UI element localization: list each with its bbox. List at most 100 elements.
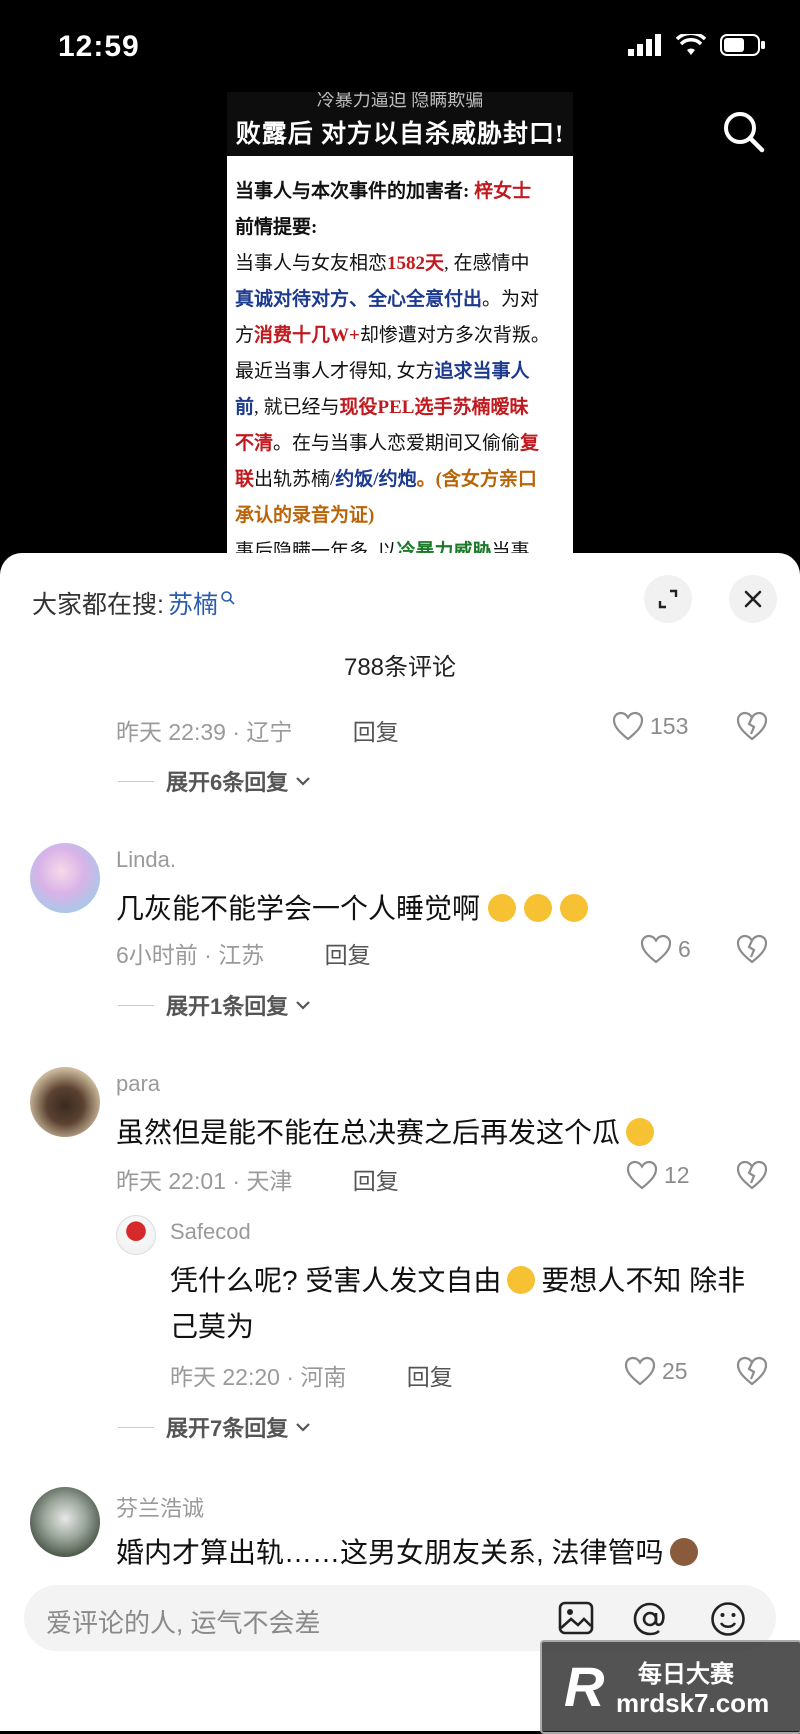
video-text-segment: , 在感情中 bbox=[444, 253, 530, 274]
video-text-line: 当事人与女友相恋1582天, 在感情中 bbox=[235, 246, 565, 282]
like-count: 12 bbox=[664, 1161, 690, 1188]
dizzy-emoji-icon bbox=[626, 1118, 655, 1146]
expand-replies-button[interactable]: 展开1条回复 bbox=[118, 989, 312, 1021]
video-text-segment: 梓女士 bbox=[474, 181, 532, 202]
chevron-down-icon bbox=[296, 777, 311, 786]
dislike-icon[interactable] bbox=[736, 934, 768, 964]
video-text-segment: 却惨遭对方多次背叛。 bbox=[359, 325, 550, 346]
emoji-icon[interactable] bbox=[710, 1601, 746, 1637]
avatar[interactable] bbox=[30, 843, 100, 913]
avatar[interactable] bbox=[30, 1067, 100, 1137]
reply-username[interactable]: Safecod bbox=[170, 1219, 251, 1245]
video-text-segment: 。为对 bbox=[482, 289, 540, 310]
status-bar: 12:59 bbox=[0, 0, 800, 100]
comment-text: 虽然但是能不能在总决赛之后再发这个瓜 bbox=[116, 1111, 655, 1151]
video-text-segment: , 就已经与 bbox=[254, 397, 340, 418]
comment-count-title: 788条评论 bbox=[343, 654, 457, 681]
video-text-segment: 前 bbox=[235, 397, 255, 418]
image-icon[interactable] bbox=[558, 1601, 594, 1635]
expand-replies-label: 展开6条回复 bbox=[166, 770, 289, 795]
reply-button[interactable]: 回复 bbox=[353, 719, 399, 745]
hot-search[interactable]: 大家都在搜: 苏楠 bbox=[32, 585, 236, 621]
reply-button[interactable]: 回复 bbox=[325, 942, 371, 968]
crying-emoji-icon bbox=[560, 894, 589, 922]
avatar[interactable] bbox=[30, 1487, 100, 1557]
expand-sheet-button[interactable] bbox=[644, 575, 692, 623]
video-text-segment: 联 bbox=[235, 469, 255, 490]
video-text-line: 不清。在与当事人恋爱期间又偷偷复 bbox=[235, 426, 565, 462]
dislike-icon[interactable] bbox=[736, 711, 768, 741]
video-text-segment: 复 bbox=[520, 433, 540, 454]
expand-replies-button[interactable]: 展开7条回复 bbox=[118, 1411, 312, 1443]
search-icon bbox=[724, 112, 765, 153]
heart-icon bbox=[640, 934, 672, 964]
like-count: 6 bbox=[678, 935, 691, 962]
mention-icon[interactable] bbox=[632, 1601, 668, 1637]
close-sheet-button[interactable] bbox=[729, 575, 777, 623]
video-search-button[interactable] bbox=[722, 110, 766, 159]
video-banner-title: 败露后 对方以自杀威胁封口! bbox=[235, 121, 565, 148]
comment-text-content: 婚内才算出轨……这男女朋友关系, 法律管吗 bbox=[116, 1537, 664, 1568]
like-button[interactable]: 12 bbox=[626, 1160, 690, 1190]
video-text-line: 联出轨苏楠/约饭/约炮。(含女方亲口 bbox=[235, 462, 565, 498]
expand-replies-label: 展开1条回复 bbox=[166, 994, 289, 1019]
watermark-url: mrdsk7.com bbox=[616, 1688, 770, 1718]
divider bbox=[118, 1004, 154, 1006]
chevron-down-icon bbox=[296, 1001, 311, 1010]
crying-emoji-icon bbox=[524, 894, 553, 922]
video-text-line: 方消费十几W+却惨遭对方多次背叛。 bbox=[235, 318, 565, 354]
video-text-segment: 。在与当事人恋爱期间又偷偷 bbox=[273, 433, 521, 454]
comment-meta: 昨天 22:01 · 天津 回复 bbox=[116, 1162, 399, 1196]
poop-emoji-icon bbox=[669, 1538, 698, 1566]
chevron-down-icon bbox=[296, 1423, 311, 1432]
reply-text-line2: 己莫为 bbox=[170, 1311, 255, 1342]
video-text-body: 当事人与本次事件的加害者: 梓女士 前情提要: 当事人与女友相恋1582天, 在感… bbox=[227, 156, 573, 562]
video-text-line: 前情提要: bbox=[235, 210, 565, 246]
video-text-line: 真诚对待对方、全心全意付出。为对 bbox=[235, 282, 565, 318]
like-count: 25 bbox=[662, 1357, 688, 1384]
video-banner: 冷暴力逼迫 隐瞒欺骗 败露后 对方以自杀威胁封口! bbox=[227, 92, 573, 156]
reply-button[interactable]: 回复 bbox=[353, 1168, 399, 1194]
heart-icon bbox=[624, 1356, 656, 1386]
like-button[interactable]: 25 bbox=[624, 1356, 688, 1386]
status-icons bbox=[628, 34, 766, 56]
dislike-icon[interactable] bbox=[736, 1356, 768, 1386]
hot-search-term[interactable]: 苏楠 bbox=[168, 585, 218, 621]
video-text-segment: 约饭/约炮 bbox=[335, 469, 417, 490]
comment-username[interactable]: Linda. bbox=[116, 847, 176, 873]
video-preview[interactable]: 冷暴力逼迫 隐瞒欺骗 败露后 对方以自杀威胁封口! 当事人与本次事件的加害者: … bbox=[227, 92, 573, 562]
crying-emoji-icon bbox=[488, 894, 517, 922]
search-small-icon bbox=[221, 591, 235, 605]
reply-button[interactable]: 回复 bbox=[407, 1364, 453, 1390]
comment-text: 婚内才算出轨……这男女朋友关系, 法律管吗 bbox=[116, 1531, 698, 1571]
divider bbox=[118, 1426, 154, 1428]
comment-meta: 6小时前 · 江苏 回复 bbox=[116, 936, 371, 970]
like-button[interactable]: 153 bbox=[612, 711, 688, 741]
divider bbox=[118, 780, 154, 782]
comment-username[interactable]: para bbox=[116, 1071, 160, 1097]
expand-icon bbox=[658, 589, 678, 609]
like-button[interactable]: 6 bbox=[640, 934, 691, 964]
reply-text-content: 凭什么呢? 受害人发文自由 bbox=[170, 1265, 502, 1296]
hot-search-label: 大家都在搜: bbox=[32, 591, 164, 619]
reply-text-content: 要想人不知 除非 bbox=[541, 1265, 746, 1296]
comment-text-content: 虽然但是能不能在总决赛之后再发这个瓜 bbox=[116, 1117, 621, 1148]
video-text-line: 承认的录音为证) bbox=[235, 498, 565, 534]
dislike-icon[interactable] bbox=[736, 1160, 768, 1190]
comment-text-content: 几灰能不能学会一个人睡觉啊 bbox=[116, 893, 481, 924]
expand-replies-button[interactable]: 展开6条回复 bbox=[118, 765, 312, 797]
watermark-name: 每日大赛 bbox=[638, 1661, 734, 1688]
expand-replies-label: 展开7条回复 bbox=[166, 1416, 289, 1441]
comment-username[interactable]: 芬兰浩诚 bbox=[116, 1491, 204, 1523]
video-text-segment: 当事人与女友相恋 bbox=[235, 253, 388, 274]
video-text-segment: 现役PEL选手苏楠暧昧 bbox=[339, 397, 529, 418]
avatar[interactable] bbox=[116, 1215, 156, 1255]
comment-input-placeholder: 爱评论的人, 运气不会差 bbox=[46, 1608, 321, 1638]
video-text-segment: 消费十几W+ bbox=[254, 325, 360, 346]
video-text-line: 当事人与本次事件的加害者: 梓女士 bbox=[235, 174, 565, 210]
heart-icon bbox=[612, 711, 644, 741]
video-text-line: 前, 就已经与现役PEL选手苏楠暧昧 bbox=[235, 390, 565, 426]
wifi-icon bbox=[676, 34, 706, 55]
cellular-signal-icon bbox=[628, 34, 661, 56]
video-text-segment: 方 bbox=[235, 325, 255, 346]
